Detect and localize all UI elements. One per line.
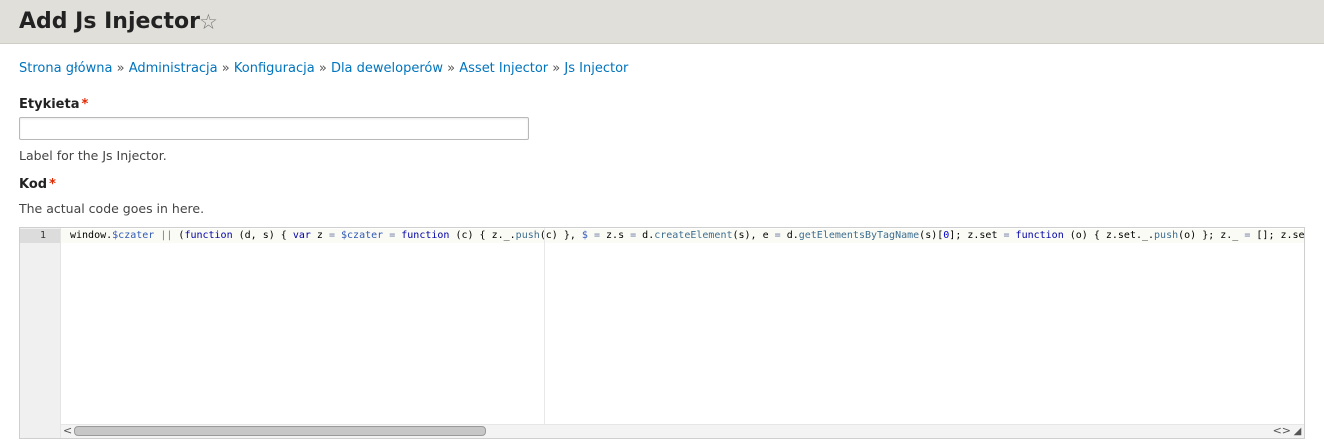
scrollbar-thumb[interactable] xyxy=(74,426,486,436)
breadcrumb-item-js-injector[interactable]: Js Injector xyxy=(564,61,628,76)
star-outline-icon[interactable]: ☆ xyxy=(199,9,218,35)
page-header: Add Js Injector ☆ xyxy=(0,0,1324,44)
label-field-label: Etykieta * xyxy=(19,96,88,114)
required-mark: * xyxy=(49,177,56,192)
resize-grip-icon[interactable]: ◢ xyxy=(1292,426,1303,438)
editor-gutter: 1 xyxy=(20,228,61,438)
label-input[interactable] xyxy=(19,117,529,140)
label-field-description: Label for the Js Injector. xyxy=(19,148,167,163)
code-field-description: The actual code goes in here. xyxy=(19,201,205,216)
breadcrumb-item-developers[interactable]: Dla deweloperów xyxy=(331,61,443,76)
line-number: 1 xyxy=(39,230,46,241)
breadcrumb-separator: » xyxy=(318,61,327,76)
label-field-label-text: Etykieta xyxy=(19,97,80,112)
chevron-left-icon[interactable]: < xyxy=(63,424,72,437)
code-field-label-text: Kod xyxy=(19,177,48,192)
breadcrumb-item-configuration[interactable]: Konfiguracja xyxy=(234,61,315,76)
breadcrumb-item-administration[interactable]: Administracja xyxy=(129,61,218,76)
print-margin xyxy=(544,228,545,438)
code-editor[interactable]: 1 window.$czater || (function (d, s) { v… xyxy=(19,227,1305,439)
breadcrumb-separator: » xyxy=(552,61,561,76)
breadcrumb-item-home[interactable]: Strona główna xyxy=(19,61,112,76)
page-title: Add Js Injector xyxy=(19,9,200,34)
required-mark: * xyxy=(81,97,89,112)
breadcrumb-item-asset-injector[interactable]: Asset Injector xyxy=(459,61,548,76)
chevron-right-icon[interactable]: <> xyxy=(1273,424,1291,437)
breadcrumb: Strona główna » Administracja » Konfigur… xyxy=(19,60,628,78)
breadcrumb-separator: » xyxy=(116,61,125,76)
code-line[interactable]: window.$czater || (function (d, s) { var… xyxy=(70,229,1304,243)
horizontal-scrollbar[interactable]: < <> xyxy=(61,424,1304,438)
breadcrumb-separator: » xyxy=(447,61,456,76)
code-field-label: Kod * xyxy=(19,176,56,194)
breadcrumb-separator: » xyxy=(221,61,230,76)
